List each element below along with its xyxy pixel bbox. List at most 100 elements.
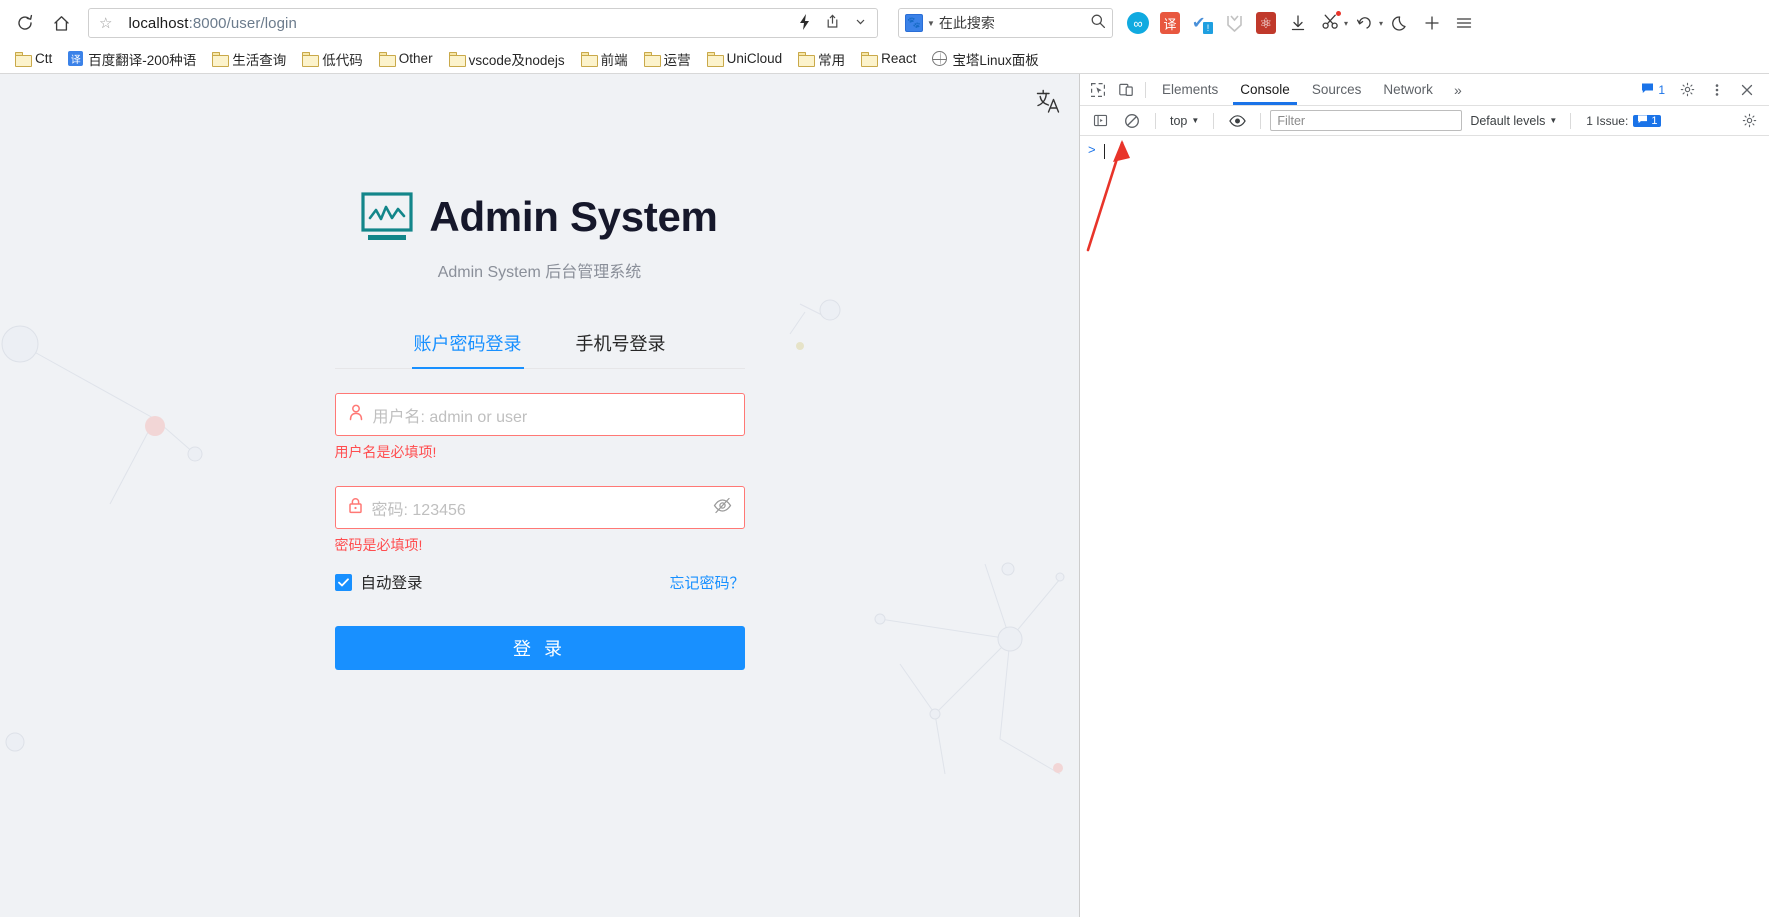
bookmark-star-icon[interactable]: ☆ <box>95 16 116 31</box>
close-icon[interactable] <box>1733 77 1761 103</box>
messages-badge[interactable]: 1 <box>1635 81 1671 99</box>
divider <box>1145 81 1146 98</box>
infinity-extension-icon[interactable]: ∞ <box>1123 8 1153 38</box>
login-submit-button[interactable]: 登 录 <box>334 626 745 670</box>
bookmark-item[interactable]: 前端 <box>574 47 635 71</box>
lightning-icon[interactable] <box>793 13 815 33</box>
kebab-menu-icon[interactable] <box>1703 77 1731 103</box>
web-page-login: Admin System Admin System 后台管理系统 账户密码登录 … <box>0 74 1079 917</box>
context-label: top <box>1170 113 1188 128</box>
history-back-icon[interactable] <box>1350 8 1380 38</box>
bookmark-item[interactable]: Other <box>372 49 440 68</box>
password-field[interactable]: 密码: 123456 <box>334 486 745 529</box>
divider <box>1155 112 1156 129</box>
username-input[interactable]: 用户名: admin or user <box>373 403 732 427</box>
devtools-panel: Elements Console Sources Network » 1 top… <box>1079 74 1769 917</box>
folder-icon <box>448 52 466 67</box>
tab-phone-number[interactable]: 手机号登录 <box>574 326 668 368</box>
folder-icon <box>580 52 598 67</box>
download-manager-icon[interactable] <box>1219 8 1249 38</box>
baidu-paw-icon[interactable]: 🐾 <box>905 14 923 32</box>
issues-count: 1 <box>1651 114 1658 127</box>
forgot-password-link[interactable]: 忘记密码？ <box>669 572 744 593</box>
tab-network[interactable]: Network <box>1372 76 1444 104</box>
bookmark-item[interactable]: vscode及nodejs <box>442 47 572 71</box>
bookmark-item[interactable]: 宝塔Linux面板 <box>925 47 1045 71</box>
new-tab-plus-icon[interactable] <box>1417 8 1447 38</box>
bookmark-item[interactable]: 低代码 <box>295 47 370 71</box>
log-levels-selector[interactable]: Default levels ▼ <box>1466 112 1561 130</box>
login-tabs: 账户密码登录 手机号登录 <box>334 326 745 369</box>
console-output-area[interactable]: > <box>1080 136 1769 917</box>
bookmark-item[interactable]: 生活查询 <box>205 47 293 71</box>
login-form-card: 账户密码登录 手机号登录 用户名: admin or user 用户名是必填项! <box>334 326 745 670</box>
bookmark-item[interactable]: 运营 <box>637 47 698 71</box>
downloads-icon[interactable] <box>1283 8 1313 38</box>
issues-count-chip: 1 <box>1633 114 1662 127</box>
reload-icon[interactable] <box>8 6 42 40</box>
bookmark-item[interactable]: 译 百度翻译-200种语 <box>61 47 203 71</box>
console-toolbar: top ▼ Filter Default levels ▼ 1 Issue: 1 <box>1080 106 1769 136</box>
inspect-element-icon[interactable] <box>1084 77 1112 103</box>
auto-login-label: 自动登录 <box>360 575 423 592</box>
bookmark-item[interactable]: React <box>854 49 923 68</box>
bookmarks-bar: Ctt 译 百度翻译-200种语 生活查询 低代码 Other vscode及n… <box>0 46 1769 74</box>
tab-sources[interactable]: Sources <box>1301 76 1373 104</box>
bookmark-label: vscode及nodejs <box>468 52 565 68</box>
brand-header: Admin System <box>361 192 718 242</box>
console-sidebar-icon[interactable] <box>1086 108 1114 134</box>
content-split: Admin System Admin System 后台管理系统 账户密码登录 … <box>0 74 1769 917</box>
url-path: :8000/user/login <box>188 14 297 32</box>
translate-extension-icon[interactable]: 译 <box>1155 8 1185 38</box>
console-prompt-row[interactable]: > <box>1080 136 1769 165</box>
folder-icon <box>861 52 879 67</box>
user-icon <box>348 404 364 426</box>
bookmark-label: 运营 <box>663 52 691 68</box>
bookmark-item[interactable]: UniCloud <box>700 49 790 68</box>
home-icon[interactable] <box>44 6 78 40</box>
eye-slash-icon[interactable] <box>713 497 732 519</box>
options-row: 自动登录 忘记密码？ <box>334 571 745 593</box>
search-input[interactable]: 在此搜索 <box>939 13 1086 33</box>
globe-favicon <box>932 51 948 66</box>
share-icon[interactable] <box>821 14 843 32</box>
search-icon[interactable] <box>1090 13 1106 34</box>
issues-badge[interactable]: 1 Issue: 1 <box>1580 112 1667 130</box>
username-field[interactable]: 用户名: admin or user <box>334 393 745 436</box>
atom-extension-icon[interactable]: ⚛ <box>1251 8 1281 38</box>
address-bar[interactable]: ☆ localhost:8000/user/login <box>88 8 878 38</box>
url-host: localhost <box>128 14 189 32</box>
chevron-down-icon[interactable] <box>849 15 871 31</box>
issues-label: 1 Issue: <box>1586 113 1629 128</box>
messages-count: 1 <box>1658 82 1665 97</box>
console-filter-input[interactable]: Filter <box>1270 110 1463 131</box>
context-selector[interactable]: top ▼ <box>1165 112 1204 130</box>
main-menu-icon[interactable] <box>1449 8 1479 38</box>
tab-account-password[interactable]: 账户密码登录 <box>411 326 524 369</box>
password-input[interactable]: 密码: 123456 <box>372 496 704 520</box>
bookmark-item[interactable]: 常用 <box>791 47 852 71</box>
url-text[interactable]: localhost:8000/user/login <box>122 15 787 32</box>
lock-icon <box>348 497 363 519</box>
chevron-down-icon: ▼ <box>1191 116 1200 125</box>
tab-console[interactable]: Console <box>1229 76 1301 105</box>
search-box[interactable]: 🐾 ▼ 在此搜索 <box>898 8 1113 38</box>
bookmark-item[interactable]: Ctt <box>8 49 59 68</box>
auto-login-checkbox[interactable] <box>334 573 352 591</box>
auto-login-checkbox-wrap[interactable]: 自动登录 <box>334 571 423 593</box>
gear-icon[interactable] <box>1673 77 1701 103</box>
dark-mode-moon-icon[interactable] <box>1385 8 1415 38</box>
gear-icon[interactable] <box>1735 108 1763 134</box>
clear-console-icon[interactable] <box>1118 108 1146 134</box>
check-extension-icon[interactable]: ✔ ! <box>1187 8 1217 38</box>
folder-icon <box>643 52 661 67</box>
chevron-down-icon[interactable]: ▼ <box>927 19 935 28</box>
bookmark-label: React <box>881 51 917 66</box>
toggle-device-toolbar-icon[interactable] <box>1112 77 1140 103</box>
devtools-tabbar: Elements Console Sources Network » 1 <box>1080 74 1769 106</box>
tab-elements[interactable]: Elements <box>1151 76 1229 104</box>
screenshot-scissors-icon[interactable] <box>1315 8 1345 38</box>
folder-icon <box>302 52 320 67</box>
live-expression-eye-icon[interactable] <box>1223 108 1251 134</box>
chevron-double-right-icon[interactable]: » <box>1444 77 1472 103</box>
